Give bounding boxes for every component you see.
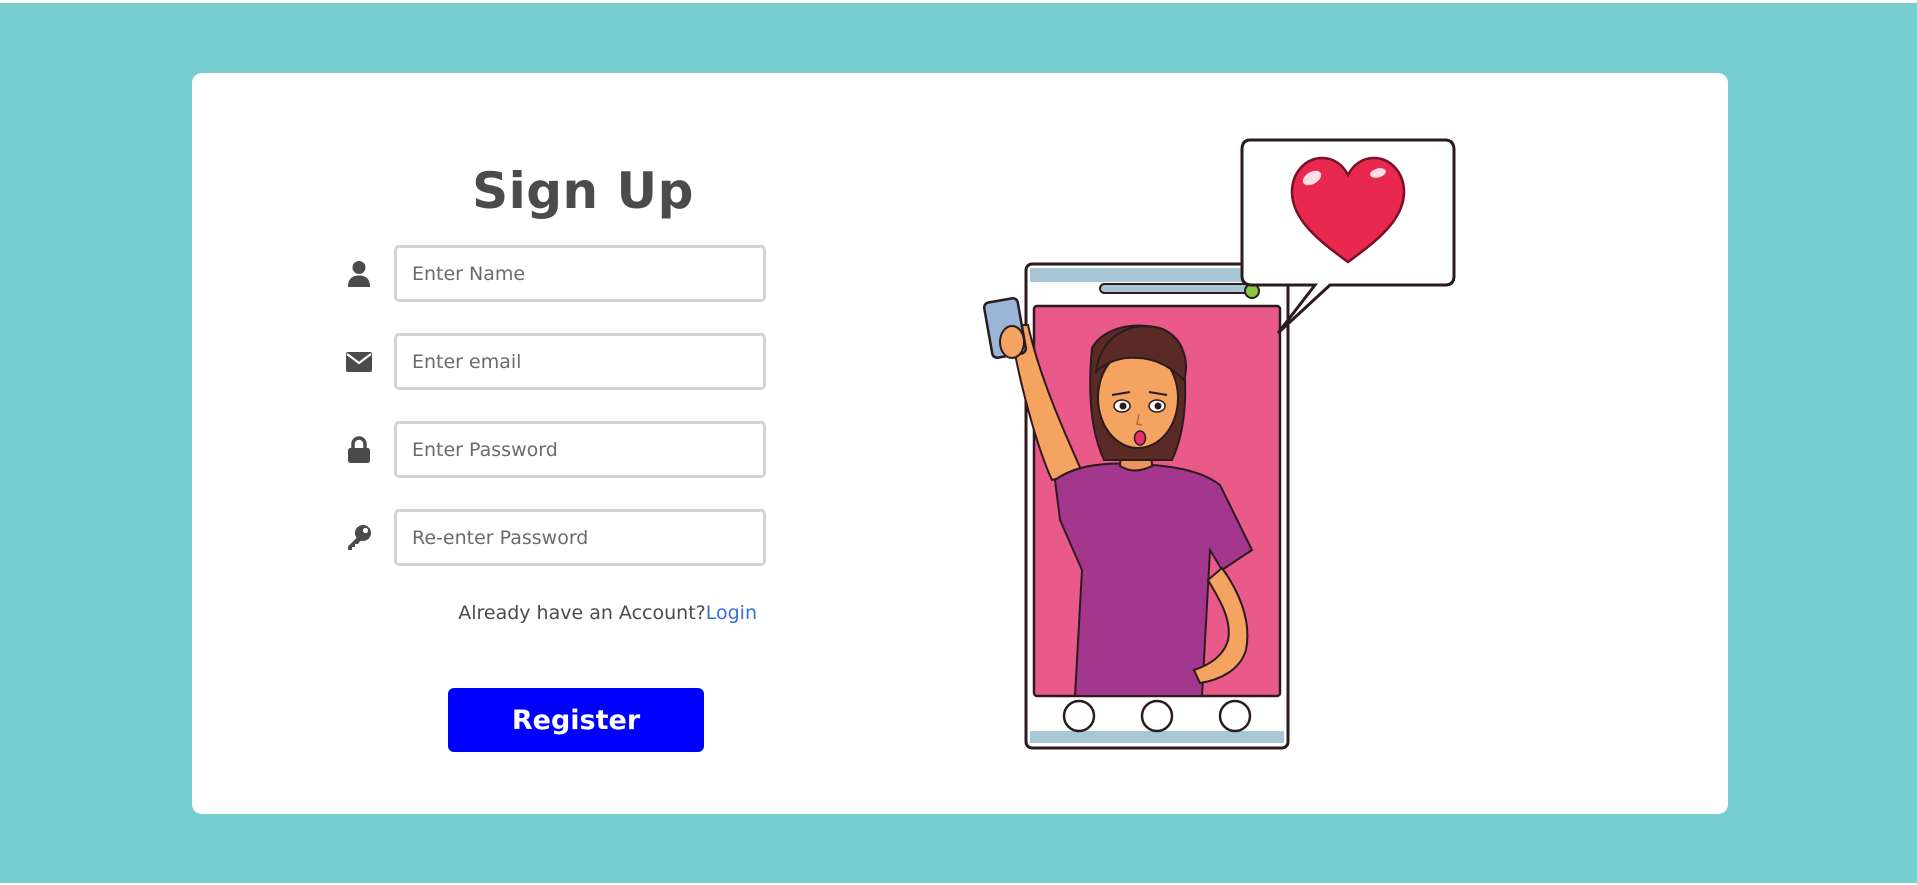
confirm-password-field-row xyxy=(340,509,766,569)
selfie-illustration xyxy=(860,80,1600,780)
email-field-row xyxy=(340,333,766,393)
account-prompt-text: Already have an Account? xyxy=(458,602,706,624)
lock-icon xyxy=(340,435,378,465)
password-input[interactable] xyxy=(394,421,766,478)
password-field-row xyxy=(340,421,766,481)
key-icon xyxy=(340,523,378,553)
name-field-row xyxy=(340,245,766,305)
name-input[interactable] xyxy=(394,245,766,302)
confirm-password-input[interactable] xyxy=(394,509,766,566)
login-link[interactable]: Login xyxy=(706,602,757,624)
register-button[interactable]: Register xyxy=(448,688,704,752)
email-input[interactable] xyxy=(394,333,766,390)
account-prompt: Already have an Account?Login xyxy=(340,600,757,626)
envelope-icon xyxy=(340,347,378,377)
user-icon xyxy=(340,259,378,289)
page-title: Sign Up xyxy=(472,162,694,220)
